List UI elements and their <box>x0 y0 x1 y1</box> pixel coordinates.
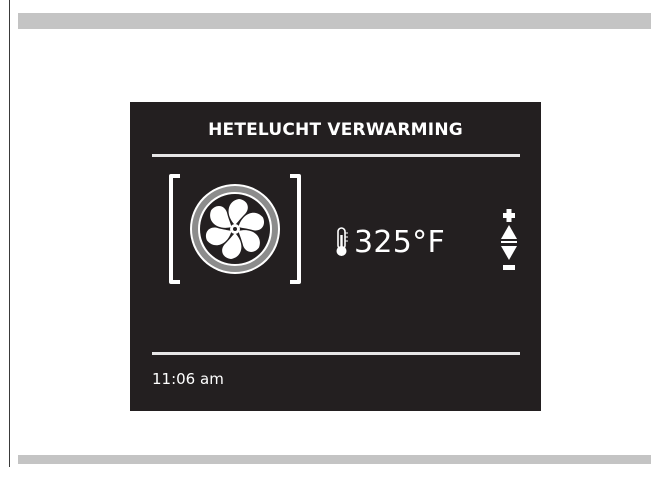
title-divider <box>152 154 520 157</box>
left-border-line <box>9 0 10 467</box>
temperature-stepper[interactable] <box>499 209 519 277</box>
clock-time: 11:06 am <box>152 370 224 388</box>
plus-icon[interactable] <box>503 209 515 222</box>
fan-icon <box>169 174 301 284</box>
top-frame-bar <box>18 13 651 29</box>
stepper-divider <box>501 241 517 243</box>
mode-title: HETELUCHT VERWARMING <box>208 120 463 140</box>
minus-icon[interactable] <box>503 265 515 270</box>
bottom-frame-bar <box>18 455 651 464</box>
temperature-value: 325°F <box>354 224 446 260</box>
mode-selector[interactable] <box>167 174 303 284</box>
decrease-arrow-icon[interactable] <box>501 246 517 260</box>
increase-arrow-icon[interactable] <box>501 225 517 239</box>
thermometer-icon <box>336 227 348 256</box>
footer-divider <box>152 352 520 355</box>
temperature-display[interactable]: 325°F <box>334 222 445 262</box>
oven-display-screen: HETELUCHT VERWARMING 325°F 11:06 am <box>130 102 541 411</box>
